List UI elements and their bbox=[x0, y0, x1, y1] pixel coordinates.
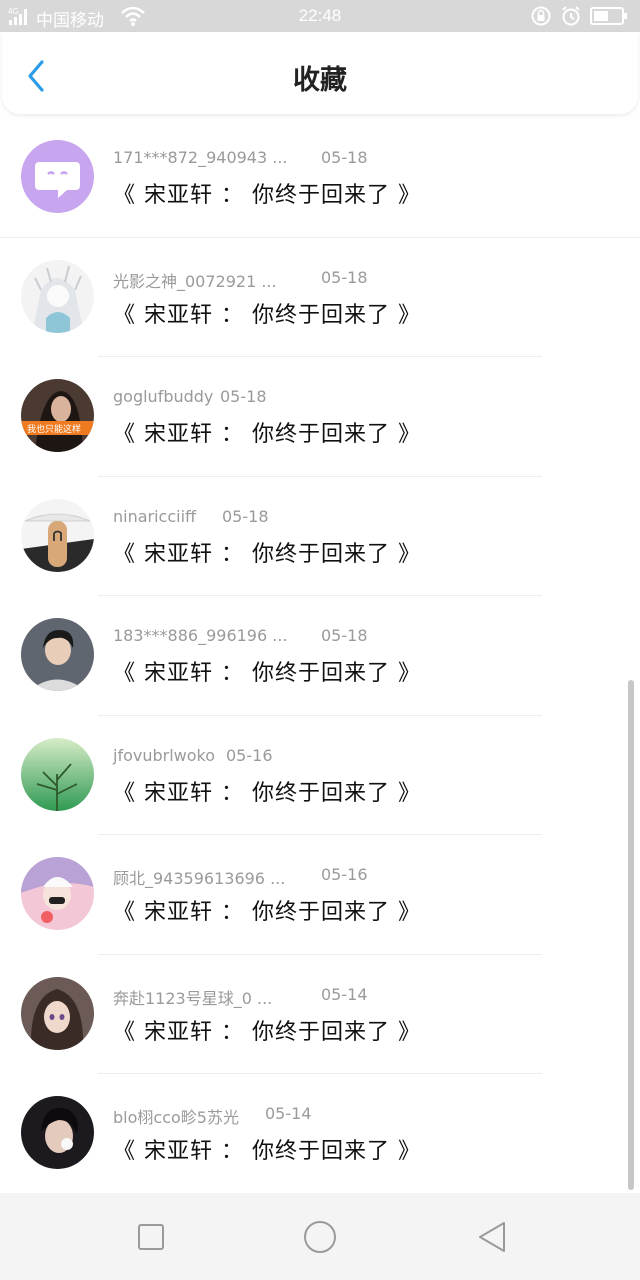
home-icon[interactable] bbox=[302, 1219, 338, 1255]
back-triangle-icon[interactable] bbox=[474, 1219, 510, 1255]
item-message[interactable]: 《 宋亚轩 ： 你终于回来了 》 bbox=[113, 177, 421, 209]
avatar[interactable] bbox=[21, 857, 94, 930]
item-date: 05-14 bbox=[321, 984, 368, 1004]
item-date: 05-18 bbox=[222, 506, 269, 526]
list-item[interactable]: 183***886_996196 ... 05-18 《 宋亚轩 ： 你终于回来… bbox=[0, 596, 640, 716]
portrait-avatar bbox=[21, 1096, 94, 1169]
boy-photo-avatar bbox=[21, 618, 94, 691]
username[interactable]: 171***872_940943 ... bbox=[113, 148, 288, 167]
list-item[interactable]: blo栩cco畛5苏光 05-14 《 宋亚轩 ： 你终于回来了 》 bbox=[0, 1074, 640, 1194]
scrollbar[interactable] bbox=[628, 680, 634, 1190]
status-bar: 4G 中国移动 22:48 bbox=[0, 0, 640, 32]
item-date: 05-16 bbox=[226, 745, 273, 765]
item-message[interactable]: 《 宋亚轩 ： 你终于回来了 》 bbox=[113, 1133, 421, 1165]
username[interactable]: ninaricciiff bbox=[113, 507, 196, 526]
item-date: 05-18 bbox=[220, 387, 267, 406]
item-date: 05-18 bbox=[321, 626, 368, 645]
avatar[interactable] bbox=[21, 618, 94, 691]
avatar[interactable] bbox=[21, 1096, 94, 1169]
list-item[interactable]: 光影之神_0072921 ... 05-18 《 宋亚轩 ： 你终于回来了 》 bbox=[0, 238, 640, 357]
item-date: 05-14 bbox=[265, 1104, 312, 1123]
list-item[interactable]: 我也只能这样 goglufbuddy 05-18 《 宋亚轩 ： 你终于回来了 … bbox=[0, 357, 640, 477]
page-title: 收藏 bbox=[293, 65, 347, 96]
item-message[interactable]: 《 宋亚轩 ： 你终于回来了 》 bbox=[113, 655, 421, 687]
list-item[interactable]: jfovubrlwoko 05-16 《 宋亚轩 ： 你终于回来了 》 bbox=[0, 716, 640, 835]
username[interactable]: 183***886_996196 ... bbox=[113, 626, 288, 645]
username[interactable]: 顾北_943596136​96 ... bbox=[113, 865, 285, 889]
item-meta: 顾北_943596136​96 ... 05-16 bbox=[113, 865, 368, 889]
username[interactable]: 光影之神_0072921 ... bbox=[113, 268, 277, 292]
avatar[interactable] bbox=[21, 259, 94, 333]
item-date: 05-18 bbox=[321, 267, 368, 287]
favorites-list: 171***872_940943 ... 05-18 《 宋亚轩 ： 你终于回来… bbox=[0, 118, 640, 1194]
item-message[interactable]: 《 宋亚轩 ： 你终于回来了 》 bbox=[113, 536, 421, 568]
item-meta: 光影之神_0072921 ... 05-18 bbox=[113, 268, 368, 292]
avatar[interactable] bbox=[21, 737, 94, 811]
green-tree-avatar bbox=[21, 737, 94, 811]
item-meta: 171***872_940943 ... 05-18 bbox=[113, 148, 368, 167]
item-message[interactable]: 《 宋亚轩 ： 你终于回来了 》 bbox=[113, 894, 421, 926]
username[interactable]: blo栩cco畛5苏光 bbox=[113, 1104, 239, 1128]
list-item[interactable]: 171***872_940943 ... 05-18 《 宋亚轩 ： 你终于回来… bbox=[0, 118, 640, 238]
system-nav-bar bbox=[0, 1193, 640, 1280]
chat-bubble-avatar bbox=[21, 140, 94, 213]
alarm-icon bbox=[562, 6, 580, 26]
svg-text:我也只能这样: 我也只能这样 bbox=[27, 423, 81, 435]
item-message[interactable]: 《 宋亚轩 ： 你终于回来了 》 bbox=[113, 775, 421, 807]
item-message[interactable]: 《 宋亚轩 ： 你终于回来了 》 bbox=[113, 297, 421, 329]
avatar[interactable]: 我也只能这样 bbox=[21, 379, 94, 452]
item-meta: ninaricciiff 05-18 bbox=[113, 507, 269, 526]
recent-apps-icon[interactable] bbox=[133, 1219, 169, 1255]
item-date: 05-18 bbox=[321, 148, 368, 167]
header-bar: 收藏 bbox=[2, 32, 638, 114]
username[interactable]: jfovubrlwoko bbox=[113, 746, 215, 765]
finger-avatar bbox=[21, 498, 94, 572]
item-date: 05-16 bbox=[321, 865, 368, 884]
item-meta: blo栩cco畛5苏光 05-14 bbox=[113, 1104, 312, 1128]
username[interactable]: goglufbuddy bbox=[113, 387, 213, 406]
item-message[interactable]: 《 宋亚轩 ： 你终于回来了 》 bbox=[113, 416, 421, 448]
item-meta: 奔赴1123号星球_0 ... 05-14 bbox=[113, 985, 368, 1009]
pink-anime-avatar bbox=[21, 857, 94, 930]
avatar[interactable] bbox=[21, 498, 94, 572]
item-message[interactable]: 《 宋亚轩 ： 你终于回来了 》 bbox=[113, 1014, 421, 1046]
list-item[interactable]: 奔赴1123号星球_0 ... 05-14 《 宋亚轩 ： 你终于回来了 》 bbox=[0, 955, 640, 1074]
avatar[interactable] bbox=[21, 976, 94, 1050]
girl-photo-avatar: 我也只能这样 bbox=[21, 379, 94, 452]
anime-girl-avatar bbox=[21, 976, 94, 1050]
battery-icon bbox=[590, 7, 627, 25]
item-meta: jfovubrlwoko 05-16 bbox=[113, 746, 273, 765]
item-meta: goglufbuddy 05-18 bbox=[113, 387, 267, 406]
username[interactable]: 奔赴1123号星球_0 ... bbox=[113, 985, 272, 1009]
avatar[interactable] bbox=[21, 140, 94, 213]
list-item[interactable]: 顾北_943596136​96 ... 05-16 《 宋亚轩 ： 你终于回来了… bbox=[0, 835, 640, 955]
lock-rotation-icon bbox=[531, 6, 551, 26]
anime-character-avatar bbox=[21, 259, 94, 333]
list-item[interactable]: ninaricciiff 05-18 《 宋亚轩 ： 你终于回来了 》 bbox=[0, 477, 640, 596]
item-meta: 183***886_996196 ... 05-18 bbox=[113, 626, 368, 645]
status-icons bbox=[530, 5, 628, 27]
